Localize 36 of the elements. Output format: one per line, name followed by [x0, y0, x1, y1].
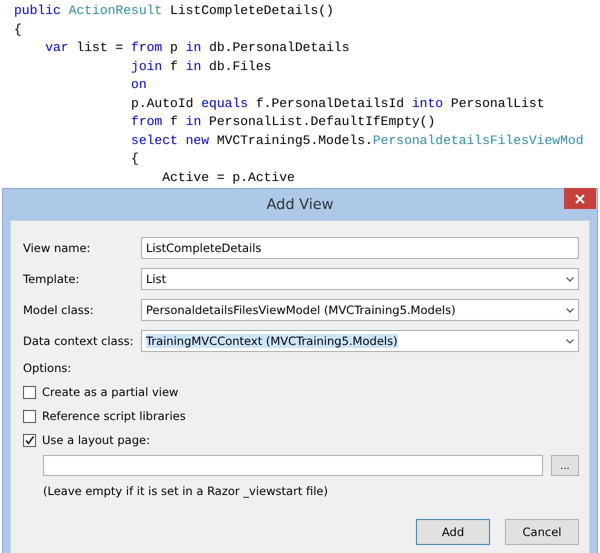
close-button[interactable] [564, 188, 596, 209]
chevron-icon [566, 338, 574, 344]
code-line: from f in PersonalList.DefaultIfEmpty() [131, 113, 436, 131]
field-label: Model class: [23, 303, 95, 317]
code-line: var list = from p in db.PersonalDetails [45, 39, 350, 57]
code-line: p.AutoId equals f.PersonalDetailsId into PersonalList [131, 94, 545, 112]
checkbox-label: Reference script libraries [42, 409, 186, 423]
checkbox-label: Create as a partial view [42, 385, 178, 399]
dropdown-field[interactable]: List [141, 268, 579, 290]
checkbox[interactable] [23, 386, 36, 398]
field-label: View name: [23, 241, 92, 255]
code-line: { [131, 150, 139, 168]
checkbox[interactable] [23, 434, 36, 446]
cancel-button[interactable]: Cancel [505, 519, 579, 545]
text-field[interactable]: ListCompleteDetails [141, 237, 579, 259]
code-line: select new MVCTraining5.Models.PersonaldetailsFilesViewMod [131, 132, 584, 150]
field-label: Template: [23, 272, 80, 286]
hint-text: (Leave empty if it is set in a Razor _viewstart file) [43, 484, 328, 498]
code-line: on [131, 76, 147, 94]
chevron-icon [566, 276, 574, 282]
code-line: join f in db.Files [131, 58, 272, 76]
layout-path-field[interactable] [43, 455, 543, 476]
code-line: { [14, 20, 22, 38]
close-icon [575, 194, 585, 204]
checkbox-label: Use a layout page: [42, 433, 150, 447]
add-button[interactable]: Add [416, 519, 490, 545]
code-line: public ActionResult ListCompleteDetails() [14, 2, 334, 20]
dropdown-field[interactable]: PersonaldetailsFilesViewModel (MVCTraining5.Models) [141, 299, 579, 321]
checkbox[interactable] [23, 410, 36, 422]
field-label: Data context class: [23, 334, 135, 348]
browse-button[interactable]: ... [551, 455, 579, 476]
dropdown-field[interactable]: TrainingMVCContext (MVCTraining5.Models) [141, 330, 579, 352]
options-label: Options: [23, 361, 72, 375]
chevron-icon [566, 308, 574, 312]
code-line: Active = p.Active [162, 168, 295, 186]
dialog-title: Add View [266, 196, 334, 212]
